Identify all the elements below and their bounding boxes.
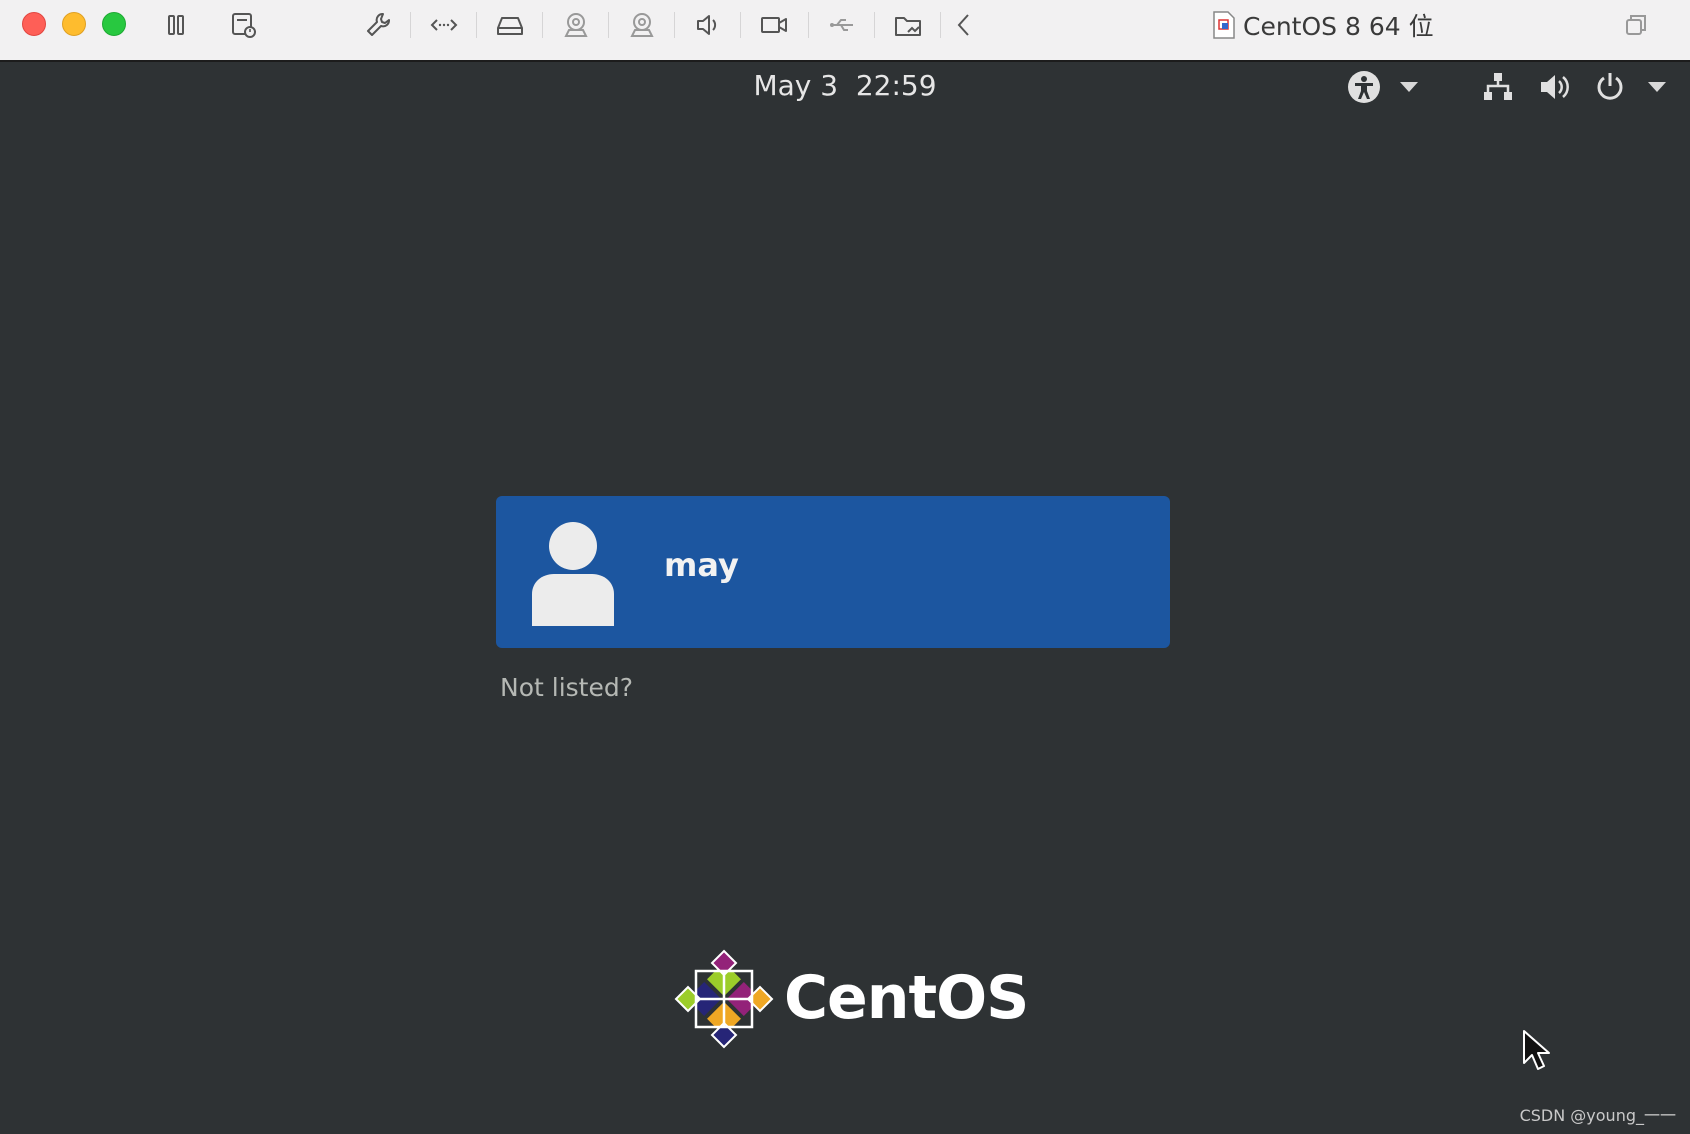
network-adapter-icon[interactable] <box>426 8 462 42</box>
user-name-label: may <box>664 546 739 584</box>
close-window-button[interactable] <box>22 12 46 36</box>
centos-logo-text: CentOS <box>784 963 1029 1033</box>
video-camera-icon[interactable] <box>756 8 792 42</box>
usb-icon[interactable] <box>824 8 860 42</box>
sound-icon[interactable] <box>690 8 726 42</box>
vm-document-icon <box>1213 11 1235 39</box>
shared-folder-icon[interactable] <box>890 8 926 42</box>
zoom-window-button[interactable] <box>102 12 126 36</box>
volume-icon[interactable] <box>1534 69 1574 105</box>
pause-icon[interactable] <box>158 8 194 42</box>
accessibility-menu-caret-icon[interactable] <box>1400 82 1418 92</box>
minimize-window-button[interactable] <box>62 12 86 36</box>
window-restore-icon[interactable] <box>1618 8 1654 42</box>
clock-date: May 3 <box>753 69 839 102</box>
accessibility-icon[interactable] <box>1344 69 1384 105</box>
user-avatar-icon <box>532 522 614 626</box>
user-list-item[interactable]: may <box>496 496 1170 648</box>
chevron-left-icon[interactable] <box>946 8 982 42</box>
mouse-pointer-icon <box>1523 1030 1550 1070</box>
snapshot-icon[interactable] <box>226 8 262 42</box>
settings-wrench-icon[interactable] <box>360 8 396 42</box>
watermark-text: CSDN @young_一一 <box>1519 1106 1676 1125</box>
vm-window-title: CentOS 8 64 位 <box>1213 8 1434 42</box>
centos-emblem-icon <box>674 949 774 1049</box>
clock-time: 22:59 <box>855 69 937 102</box>
not-listed-link[interactable]: Not listed? <box>500 673 633 702</box>
centos-logo: CentOS <box>674 949 1029 1053</box>
vm-title-text: CentOS 8 64 位 <box>1243 12 1434 41</box>
vm-toolbar: CentOS 8 64 位 <box>0 0 1690 62</box>
power-icon[interactable] <box>1590 69 1630 105</box>
camera-icon[interactable] <box>558 8 594 42</box>
gdm-login-screen: May 3 22:59 may Not listed? CentOS CSDN … <box>0 63 1690 1134</box>
camera-icon[interactable] <box>624 8 660 42</box>
network-wired-icon[interactable] <box>1478 69 1518 105</box>
hard-disk-icon[interactable] <box>492 8 528 42</box>
top-bar-clock[interactable]: May 3 22:59 <box>0 69 1690 102</box>
system-menu-caret-icon[interactable] <box>1648 82 1666 92</box>
